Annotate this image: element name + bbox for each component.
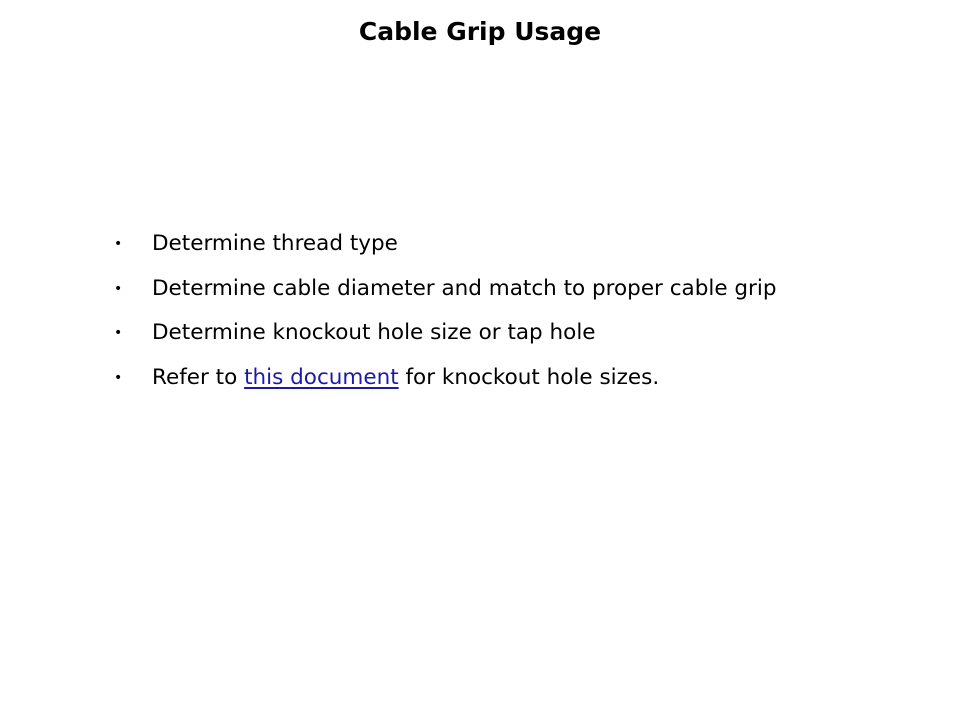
bullet-icon: • [114,236,123,252]
bullet-text: Refer to this document for knockout hole… [152,362,659,394]
this-document-link[interactable]: this document [244,365,399,390]
bullet-text: Determine thread type [152,231,398,256]
bullet-text-suffix: for knockout hole sizes. [398,364,660,390]
bullet-item-refer-document: • Refer to this document for knockout ho… [112,362,777,407]
bullet-list: • Determine thread type • Determine cabl… [112,228,777,406]
bullet-item-cable-diameter: • Determine cable diameter and match to … [112,273,777,318]
bullet-text: Determine knockout hole size or tap hole [152,320,596,345]
bullet-item-knockout-hole: • Determine knockout hole size or tap ho… [112,317,777,362]
slide-title: Cable Grip Usage [358,17,602,46]
bullet-item-thread-type: • Determine thread type [112,228,777,273]
bullet-icon: • [114,325,123,341]
bullet-text-prefix: Refer to [152,364,245,390]
bullet-text: Determine cable diameter and match to pr… [152,275,777,301]
bullet-icon: • [114,280,123,297]
bullet-icon: • [114,369,123,386]
